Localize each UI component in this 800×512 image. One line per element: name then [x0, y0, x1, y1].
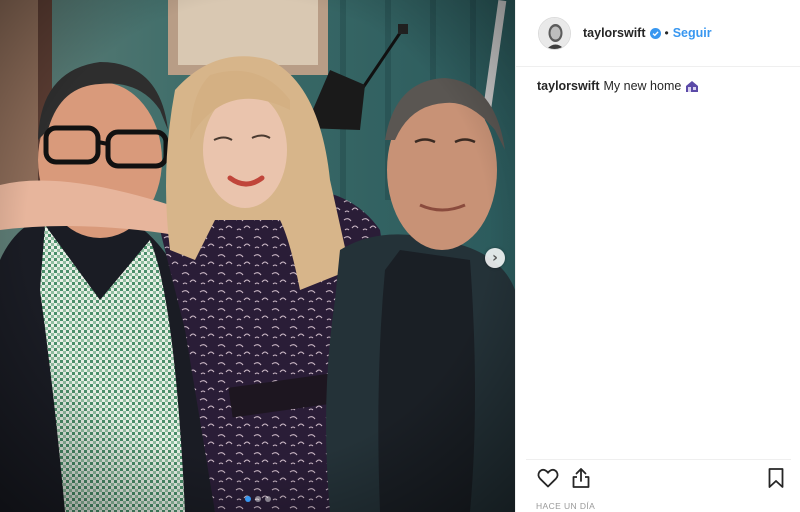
post-header: taylorswift • Seguir: [516, 0, 800, 67]
carousel-next-button[interactable]: ›: [485, 248, 505, 268]
chevron-right-icon: ›: [492, 250, 498, 266]
save-button[interactable]: [764, 466, 788, 490]
heart-icon: [537, 468, 559, 488]
post-actions: [536, 466, 791, 492]
carousel-indicator: [0, 496, 515, 502]
post-side-panel: taylorswift • Seguir taylorswift My new …: [515, 0, 800, 512]
verified-badge-icon: [649, 27, 661, 39]
post-photo[interactable]: ›: [0, 0, 515, 512]
bookmark-icon: [768, 468, 784, 488]
carousel-dot-1: [244, 496, 251, 502]
share-button[interactable]: [569, 466, 593, 490]
post-timestamp: HACE UN DÍA: [536, 501, 596, 511]
actions-divider: [526, 459, 791, 460]
post-caption: taylorswift My new home: [537, 79, 699, 93]
username-link[interactable]: taylorswift: [583, 26, 646, 40]
carousel-dot-3: [264, 496, 271, 502]
avatar[interactable]: [538, 16, 571, 50]
photo-illustration: [0, 0, 515, 512]
header-separator: •: [664, 26, 669, 40]
house-emoji-icon: [685, 80, 699, 93]
carousel-dot-2: [254, 496, 261, 502]
like-button[interactable]: [536, 466, 560, 490]
instagram-post: › taylorswift • Seguir taylorswift My ne…: [0, 0, 800, 512]
follow-button[interactable]: Seguir: [673, 26, 712, 40]
caption-username-link[interactable]: taylorswift: [537, 79, 600, 93]
share-icon: [572, 468, 590, 488]
caption-text: My new home: [603, 79, 682, 93]
